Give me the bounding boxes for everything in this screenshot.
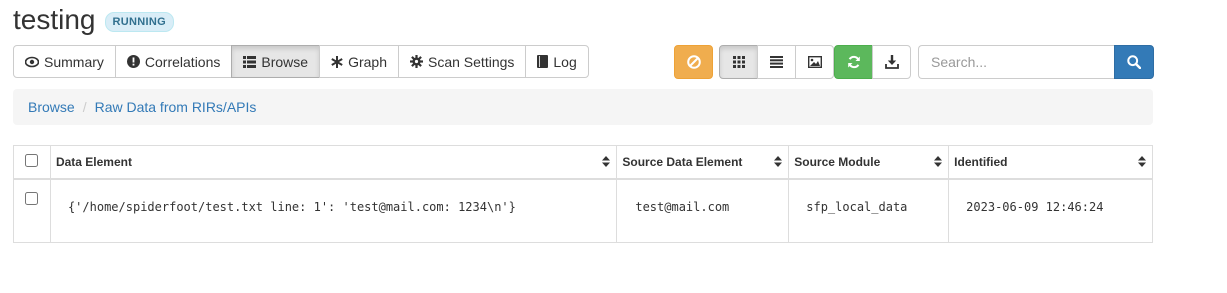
select-all-checkbox[interactable]	[25, 153, 39, 167]
column-header-source-module[interactable]: Source Module	[788, 145, 950, 180]
column-header-data-element[interactable]: Data Element	[49, 145, 618, 180]
sort-icon	[774, 156, 783, 167]
sort-icon	[934, 156, 943, 167]
stop-scan-button[interactable]	[674, 45, 713, 79]
list-icon	[243, 55, 257, 68]
table-row: {'/home/spiderfoot/test.txt line: 1': 't…	[13, 178, 1153, 243]
scan-header: testing RUNNING	[13, 2, 174, 38]
column-header-label: Source Data Element	[622, 154, 743, 169]
column-header-label: Source Module	[794, 154, 881, 169]
tab-scan-settings-label: Scan Settings	[428, 53, 515, 70]
tab-log[interactable]: Log	[525, 45, 589, 78]
scan-title: testing	[13, 4, 96, 35]
view-mode-group	[719, 45, 834, 79]
gear-icon	[410, 55, 423, 68]
breadcrumb-current[interactable]: Raw Data from RIRs/APIs	[95, 99, 257, 115]
column-header-label: Data Element	[55, 154, 132, 169]
cell-identified: 2023-06-09 12:46:24	[948, 178, 1153, 243]
asterisk-icon	[331, 55, 343, 68]
sort-icon	[602, 156, 611, 167]
stop-icon	[686, 55, 701, 69]
breadcrumb: Browse / Raw Data from RIRs/APIs	[13, 89, 1153, 125]
tab-correlations-label: Correlations	[144, 53, 221, 70]
refresh-button[interactable]	[834, 45, 873, 79]
column-header-label: Identified	[954, 154, 1008, 169]
select-all-cell	[13, 145, 51, 180]
stop-group	[674, 45, 713, 79]
breadcrumb-separator: /	[82, 99, 87, 115]
scan-tabs: Summary Correlations Browse Graph Scan S…	[13, 45, 589, 78]
grid-view-button[interactable]	[719, 45, 758, 79]
cell-source-module: sfp_local_data	[788, 178, 950, 243]
grid-view-icon	[732, 56, 745, 68]
list-view-button[interactable]	[757, 45, 796, 79]
tab-scan-settings[interactable]: Scan Settings	[398, 45, 527, 78]
column-header-identified[interactable]: Identified	[948, 145, 1153, 180]
tab-graph[interactable]: Graph	[319, 45, 399, 78]
results-table: Data Element Source Data Element Source …	[13, 145, 1153, 243]
search-icon	[1127, 55, 1141, 69]
image-view-button[interactable]	[795, 45, 834, 79]
book-icon	[537, 55, 549, 68]
search-group	[918, 45, 1154, 79]
tab-browse[interactable]: Browse	[231, 45, 321, 78]
tab-summary[interactable]: Summary	[13, 45, 116, 78]
download-button[interactable]	[872, 45, 911, 79]
refresh-icon	[847, 55, 860, 69]
breadcrumb-browse[interactable]: Browse	[28, 99, 75, 115]
image-view-icon	[807, 56, 822, 68]
row-checkbox[interactable]	[25, 191, 39, 205]
row-select-cell	[13, 178, 51, 243]
list-view-icon	[770, 56, 783, 68]
exclamation-circle-icon	[126, 55, 140, 68]
eye-icon	[25, 56, 39, 67]
column-header-source-data-element[interactable]: Source Data Element	[616, 145, 790, 180]
status-badge: RUNNING	[104, 11, 174, 32]
tab-summary-label: Summary	[44, 53, 104, 70]
tab-log-label: Log	[553, 53, 577, 70]
download-icon	[884, 55, 899, 69]
tab-correlations[interactable]: Correlations	[114, 45, 233, 78]
search-input[interactable]	[918, 45, 1114, 79]
search-button[interactable]	[1114, 45, 1154, 79]
sort-icon	[1138, 156, 1146, 167]
tab-browse-label: Browse	[261, 53, 309, 70]
tab-graph-label: Graph	[348, 53, 387, 70]
cell-data-element: {'/home/spiderfoot/test.txt line: 1': 't…	[49, 178, 618, 243]
cell-source-data-element: test@mail.com	[616, 178, 790, 243]
action-group	[834, 45, 911, 79]
table-header-row: Data Element Source Data Element Source …	[13, 145, 1153, 180]
